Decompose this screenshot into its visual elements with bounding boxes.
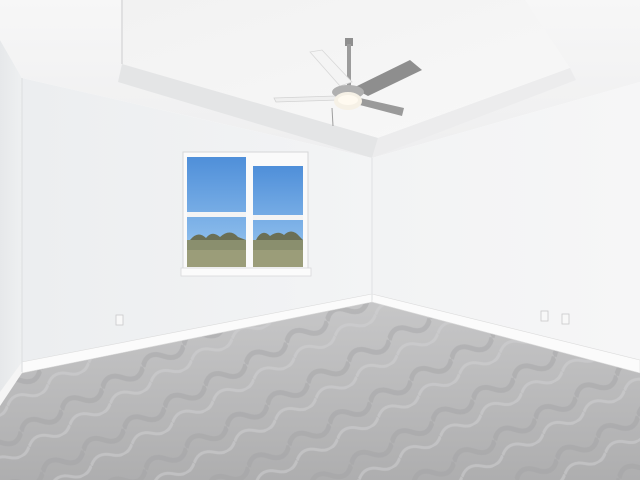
room-illustration	[0, 0, 640, 480]
electrical-outlet-icon	[540, 310, 549, 322]
room-photo	[0, 0, 640, 480]
electrical-outlet-icon	[115, 314, 124, 326]
electrical-outlet-icon	[561, 313, 570, 325]
left-wall	[0, 40, 22, 405]
window-icon	[180, 151, 312, 277]
light-bulb-icon	[334, 92, 362, 110]
